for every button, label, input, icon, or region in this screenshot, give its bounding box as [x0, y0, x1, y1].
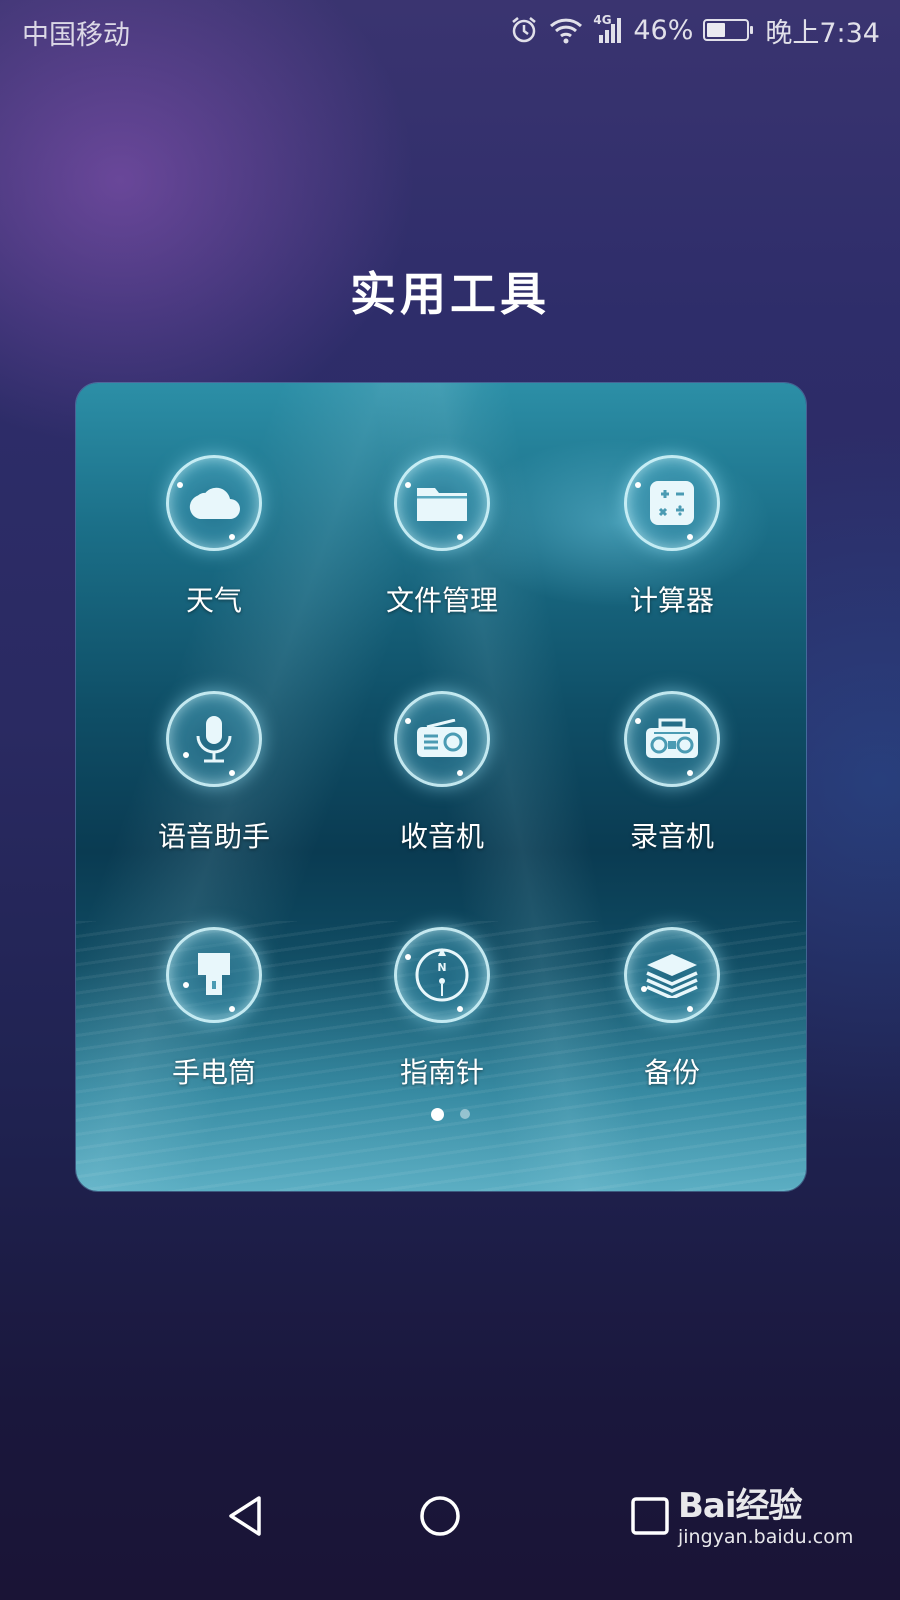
- page-dot-inactive[interactable]: [459, 1109, 470, 1119]
- battery-icon: [703, 19, 754, 41]
- app-recorder[interactable]: 录音机: [572, 691, 772, 855]
- watermark-url: jingyan.baidu.com: [678, 1526, 854, 1548]
- weather-cloud-icon: [166, 455, 262, 551]
- microphone-icon: [166, 691, 262, 787]
- network-type-label: 4G: [593, 13, 612, 27]
- recents-icon: [631, 1497, 669, 1535]
- clock-time: 晚上7:34: [765, 17, 880, 49]
- app-backup[interactable]: 备份: [572, 927, 772, 1091]
- app-weather[interactable]: 天气: [114, 455, 314, 619]
- alarm-icon: [509, 15, 539, 45]
- baidu-jingyan-watermark: Bai经验 jingyan.baidu.com: [678, 1472, 878, 1562]
- back-button[interactable]: [205, 1466, 285, 1566]
- status-icons: 4G 46% 晚上7:34: [509, 10, 880, 50]
- flashlight-icon: [166, 927, 262, 1023]
- folder-title[interactable]: 实用工具: [0, 258, 900, 324]
- back-icon: [229, 1496, 261, 1536]
- app-label: 天气: [185, 584, 242, 617]
- battery-percent: 46%: [633, 14, 694, 46]
- svg-text:N: N: [437, 961, 446, 974]
- calculator-icon: [624, 455, 720, 551]
- app-voice-assistant[interactable]: 语音助手: [114, 691, 314, 855]
- app-label: 语音助手: [157, 820, 270, 853]
- signal-icon: 4G: [593, 13, 623, 45]
- folder-icon: [394, 455, 490, 551]
- compass-icon: N: [394, 927, 490, 1023]
- wifi-icon: [549, 16, 583, 44]
- app-file-manager[interactable]: 文件管理: [342, 455, 542, 619]
- home-icon: [420, 1496, 460, 1536]
- status-bar: 中国移动 4G 46% 晚上7:34: [0, 0, 900, 62]
- app-flashlight[interactable]: 手电筒: [114, 927, 314, 1091]
- page-dot-active[interactable]: [430, 1108, 444, 1121]
- app-label: 收音机: [399, 820, 484, 853]
- app-label: 备份: [643, 1056, 700, 1089]
- watermark-logo: Bai经验: [678, 1486, 803, 1526]
- app-label: 文件管理: [385, 584, 498, 617]
- app-label: 计算器: [629, 584, 714, 617]
- page-indicator: [0, 1108, 900, 1121]
- app-compass[interactable]: N 指南针: [342, 927, 542, 1091]
- backup-layers-icon: [624, 927, 720, 1023]
- app-label: 录音机: [629, 820, 714, 853]
- radio-icon: [394, 691, 490, 787]
- recorder-icon: [624, 691, 720, 787]
- app-calculator[interactable]: 计算器: [572, 455, 772, 619]
- app-radio[interactable]: 收音机: [342, 691, 542, 855]
- app-label: 手电筒: [171, 1056, 256, 1089]
- folder-panel: 天气 文件管理 计算器 语音助手 收音机 录音机 手电筒 N 指南针 备份: [76, 383, 806, 1191]
- home-button[interactable]: [400, 1466, 480, 1566]
- carrier-name: 中国移动: [22, 20, 130, 51]
- app-label: 指南针: [399, 1056, 484, 1089]
